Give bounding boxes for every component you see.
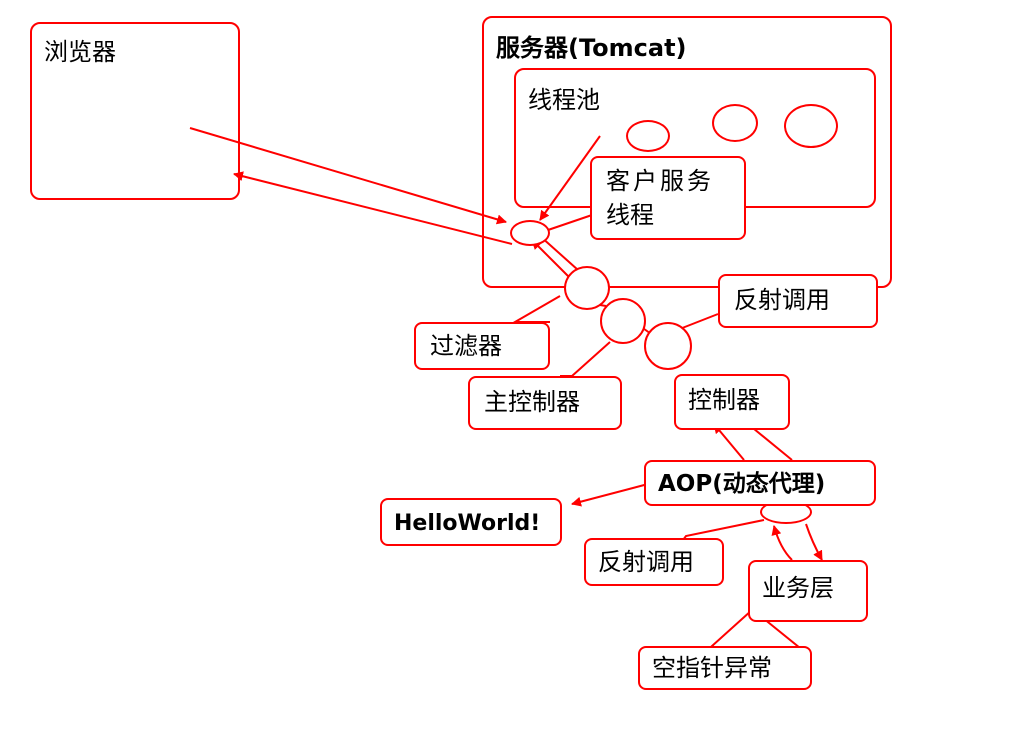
filter-label: 过滤器: [430, 332, 502, 360]
thread-pool-title: 线程池: [528, 86, 600, 114]
node-to-business-arrow: [805, 523, 823, 561]
client-thread-callout: 客户服务 线程: [590, 156, 746, 240]
client-thread-label-line1: 客户服务: [606, 167, 714, 195]
idle-thread-node: [712, 104, 758, 142]
reflect-call-bottom-callout: 反射调用: [584, 538, 724, 586]
idle-thread-node: [626, 120, 670, 152]
browser-box: 浏览器: [30, 22, 240, 200]
helloworld-label: HelloWorld!: [394, 511, 541, 536]
null-pointer-callout: 空指针异常: [638, 646, 812, 690]
filter-node: [564, 266, 610, 310]
diagram-canvas: 浏览器 服务器(Tomcat) 线程池 客户服务 线程 反射调用 过滤器 主控制…: [0, 0, 1024, 738]
null-pointer-label: 空指针异常: [652, 654, 772, 682]
client-thread-label-line2: 线程: [606, 201, 654, 229]
aop-callout: AOP(动态代理): [644, 460, 876, 506]
null-pointer-pointer-a: [710, 609, 753, 649]
main-controller-label: 主控制器: [484, 388, 580, 416]
main-controller-callout: 主控制器: [468, 376, 622, 430]
reflect-call-top-label: 反射调用: [734, 286, 830, 314]
filter-callout: 过滤器: [414, 322, 550, 370]
controller-label: 控制器: [688, 386, 760, 414]
business-layer-callout: 业务层: [748, 560, 868, 622]
client-thread-node: [510, 220, 550, 246]
reflect-call-bottom-label: 反射调用: [598, 548, 694, 576]
controller-callout: 控制器: [674, 374, 790, 430]
browser-title: 浏览器: [44, 38, 116, 66]
filter-callout-pointer: [511, 295, 561, 323]
helloworld-callout: HelloWorld!: [380, 498, 562, 546]
server-title: 服务器(Tomcat): [496, 34, 687, 62]
business-layer-label: 业务层: [762, 574, 834, 602]
reflect-call-top-callout: 反射调用: [718, 274, 878, 328]
main-controller-node: [600, 298, 646, 344]
aop-to-helloworld-arrow: [571, 483, 649, 507]
aop-label: AOP(动态代理): [658, 471, 826, 497]
main-controller-callout-pointer: [560, 341, 611, 377]
response-arrow: [233, 171, 513, 245]
reflect-node: [644, 322, 692, 370]
business-to-node-arrow: [771, 525, 793, 561]
idle-thread-node: [784, 104, 838, 148]
